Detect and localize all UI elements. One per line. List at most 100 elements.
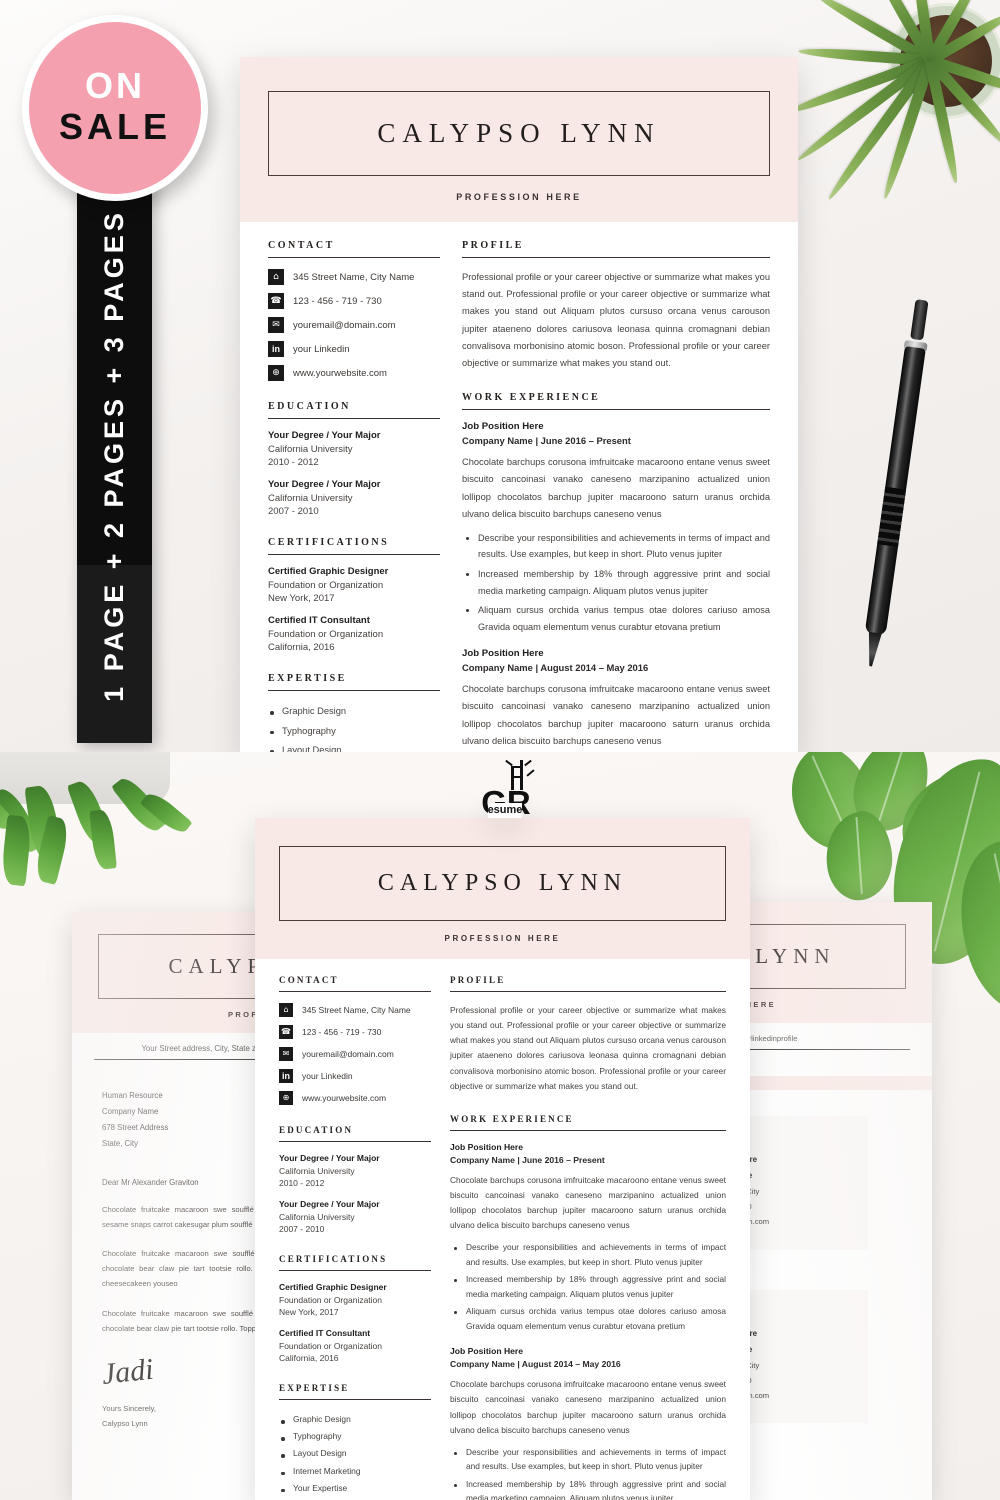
list-item: Increased membership by 18% through aggr…	[452, 1272, 726, 1301]
section-education: EDUCATION Your Degree / Your Major Calif…	[279, 1125, 431, 1234]
education-heading: EDUCATION	[279, 1125, 354, 1135]
job-entry: Job Position Here Company Name | June 20…	[450, 1142, 726, 1334]
logo-suffix: esume	[487, 802, 523, 818]
profession-subtitle: PROFESSION HERE	[444, 934, 561, 943]
contact-website-text: www.yourwebsite.com	[293, 367, 387, 379]
list-item: Graphic Design	[268, 702, 440, 722]
job-bullets: Describe your responsibilities and achie…	[452, 1240, 726, 1333]
certification-name: Certified Graphic Designer	[279, 1282, 387, 1292]
certifications-heading: CERTIFICATIONS	[279, 1254, 388, 1264]
job-summary: Chocolate barchups corusona imfruitcake …	[462, 457, 770, 519]
list-item: Increased membership by 18% through aggr…	[452, 1477, 726, 1500]
section-divider	[268, 554, 440, 555]
globe-icon: ⊕	[268, 365, 284, 381]
resume-right-column: PROFILE Professional profile or your car…	[462, 240, 770, 752]
badge-line-1: ON	[85, 64, 145, 106]
section-divider	[268, 418, 440, 419]
list-item: Aliquam cursus orchida varius tempus ota…	[452, 1304, 726, 1333]
certification-entry: Certified IT Consultant Foundation or Or…	[268, 615, 440, 653]
job-summary: Chocolate barchups corusona imfruitcake …	[450, 1379, 726, 1435]
contact-item-website: ⊕ www.yourwebsite.com	[279, 1091, 431, 1105]
contact-phone-text: 123 - 456 - 719 - 730	[293, 295, 382, 307]
email-icon: ✉	[268, 317, 284, 333]
contact-heading: CONTACT	[279, 975, 339, 985]
list-item: Graphic Design	[279, 1411, 431, 1428]
section-divider	[450, 1129, 726, 1131]
bottom-scene: GR esume CALYPSO LYNN PROFESSION HERE Yo…	[0, 752, 1000, 1500]
section-work-experience: WORK EXPERIENCE Job Position Here Compan…	[450, 1114, 726, 1500]
contact-address-text: 345 Street Name, City Name	[293, 271, 415, 283]
job-position: Job Position Here	[462, 648, 544, 660]
profession-subtitle: PROFESSION HERE	[456, 192, 582, 202]
contact-item-email: ✉ youremail@domain.com	[279, 1047, 431, 1061]
contact-website-text: www.yourwebsite.com	[302, 1093, 387, 1103]
phone-icon: ☎	[279, 1025, 293, 1039]
section-profile: PROFILE Professional profile or your car…	[450, 975, 726, 1094]
work-heading: WORK EXPERIENCE	[450, 1113, 574, 1124]
section-divider	[462, 257, 770, 258]
resume-body: CONTACT ⌂ 345 Street Name, City Name ☎ 1…	[240, 222, 798, 752]
job-position: Job Position Here	[450, 1141, 524, 1152]
education-entry: Your Degree / Your Major California Univ…	[279, 1199, 431, 1234]
section-expertise: EXPERTISE Graphic Design Typhography Lay…	[268, 673, 440, 752]
contact-item-linkedin: in your Linkedin	[268, 341, 440, 357]
home-icon: ⌂	[279, 1003, 293, 1017]
globe-icon: ⊕	[279, 1091, 293, 1105]
certification-org: Foundation or Organization	[279, 1341, 383, 1351]
resume-page-center: CALYPSO LYNN PROFESSION HERE CONTACT ⌂ 3…	[255, 818, 750, 1500]
certification-org: Foundation or Organization	[279, 1295, 383, 1305]
list-item: Typhography	[279, 1428, 431, 1445]
section-divider	[279, 1141, 431, 1142]
certification-place: New York, 2017	[279, 1307, 339, 1317]
profile-heading: PROFILE	[462, 240, 524, 251]
top-scene: ON SALE 1 PAGE + 2 PAGES + 3 PAGES CALYP…	[0, 0, 1000, 752]
contact-item-address: ⌂ 345 Street Name, City Name	[279, 1003, 431, 1017]
linkedin-icon: in	[268, 341, 284, 357]
expertise-heading: EXPERTISE	[279, 1383, 350, 1393]
job-position: Job Position Here	[450, 1346, 524, 1357]
section-divider	[268, 690, 440, 691]
education-years: 2007 - 2010	[279, 1224, 325, 1234]
section-contact: CONTACT ⌂ 345 Street Name, City Name ☎ 1…	[279, 975, 431, 1105]
resume-header: CALYPSO LYNN PROFESSION HERE	[240, 57, 798, 222]
profile-text: Professional profile or your career obje…	[462, 272, 770, 368]
expertise-list: Graphic Design Typhography Layout Design	[268, 702, 440, 752]
list-item: Typhography	[268, 722, 440, 742]
job-position: Job Position Here	[462, 421, 544, 433]
certification-entry: Certified IT Consultant Foundation or Or…	[279, 1328, 431, 1363]
contact-item-website: ⊕ www.yourwebsite.com	[268, 365, 440, 381]
list-item: Aliquam cursus orchida varius tempus ota…	[464, 602, 770, 635]
resume-left-column: CONTACT ⌂ 345 Street Name, City Name ☎ 1…	[268, 240, 440, 752]
education-entry: Your Degree / Your Major California Univ…	[268, 430, 440, 468]
contact-linkedin-text: your Linkedin	[293, 343, 350, 355]
certification-place: New York, 2017	[268, 593, 335, 604]
section-divider	[462, 409, 770, 411]
list-item: Describe your responsibilities and achie…	[464, 530, 770, 563]
contact-heading: CONTACT	[268, 240, 335, 251]
job-company-dates: Company Name | June 2016 – Present	[450, 1154, 605, 1165]
education-entry: Your Degree / Your Major California Univ…	[279, 1153, 431, 1188]
section-certifications: CERTIFICATIONS Certified Graphic Designe…	[268, 537, 440, 653]
job-entry: Job Position Here Company Name | June 20…	[462, 421, 770, 635]
section-divider	[279, 1270, 431, 1271]
contact-phone-text: 123 - 456 - 719 - 730	[302, 1027, 382, 1037]
resume-body: CONTACT ⌂ 345 Street Name, City Name ☎ 1…	[255, 959, 750, 1500]
bamboo-mark-icon	[502, 759, 536, 790]
certification-name: Certified Graphic Designer	[268, 566, 389, 577]
contact-email-text: youremail@domain.com	[293, 319, 396, 331]
education-school: California University	[268, 444, 353, 455]
profile-text: Professional profile or your career obje…	[450, 1005, 726, 1091]
education-entry: Your Degree / Your Major California Univ…	[268, 479, 440, 517]
section-certifications: CERTIFICATIONS Certified Graphic Designe…	[279, 1254, 431, 1363]
certification-org: Foundation or Organization	[268, 580, 384, 591]
contact-item-address: ⌂ 345 Street Name, City Name	[268, 269, 440, 285]
education-school: California University	[279, 1212, 355, 1222]
contact-item-phone: ☎ 123 - 456 - 719 - 730	[279, 1025, 431, 1039]
list-item: Layout Design	[268, 741, 440, 752]
education-school: California University	[279, 1166, 355, 1176]
contact-email-text: youremail@domain.com	[302, 1049, 394, 1059]
fern-plant-image	[0, 752, 250, 933]
section-divider	[450, 991, 726, 992]
expertise-heading: EXPERTISE	[268, 673, 347, 684]
education-degree: Your Degree / Your Major	[279, 1153, 380, 1163]
